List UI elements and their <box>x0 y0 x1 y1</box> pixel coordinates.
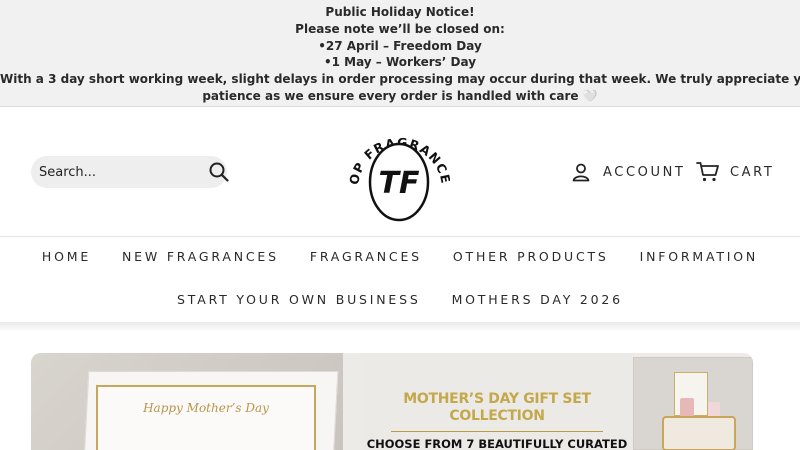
gift-card: Happy Mother’s Day <box>96 385 316 450</box>
nav-home[interactable]: HOME <box>42 249 91 264</box>
logo-graphic: TOP FRAGRANCES TF <box>343 107 453 222</box>
nav-mothers-day-2026[interactable]: MOTHERS DAY 2026 <box>452 292 623 307</box>
announcement-line: With a 3 day short working week, slight … <box>0 72 800 87</box>
search-bar <box>31 156 229 188</box>
logo-monogram: TF <box>379 166 420 201</box>
product-case <box>662 416 736 450</box>
nav-new-fragrances[interactable]: NEW FRAGRANCES <box>122 249 279 264</box>
torn-edge <box>343 353 363 450</box>
gift-card-text: Happy Mother’s Day <box>143 401 269 415</box>
account-label: ACCOUNT <box>603 164 686 180</box>
hero-text-panel: MOTHER’S DAY GIFT SET COLLECTION CHOOSE … <box>361 353 633 450</box>
gift-box-photo: Happy Mother’s Day <box>31 353 351 450</box>
announcement-line: Public Holiday Notice! <box>325 5 475 19</box>
product-photo <box>633 353 753 450</box>
cart-icon <box>696 162 719 182</box>
announcement-bar: Public Holiday Notice! Please note we’ll… <box>0 0 800 107</box>
search-input[interactable] <box>39 164 209 180</box>
hero-title-line2: COLLECTION <box>449 408 545 424</box>
announcement-line: Please note we’ll be closed on: <box>295 21 505 36</box>
hero-title: MOTHER’S DAY GIFT SET COLLECTION <box>361 391 633 425</box>
main-nav-row-2: START YOUR OWN BUSINESS MOTHERS DAY 2026 <box>0 292 800 307</box>
hero-banner[interactable]: Happy Mother’s Day MOTHER’S DAY GIFT SET… <box>31 353 753 450</box>
gift-set-image <box>633 357 753 450</box>
hero-divider <box>391 431 603 432</box>
nav-other-products[interactable]: OTHER PRODUCTS <box>453 249 609 264</box>
hero-subtitle: CHOOSE FROM 7 BEAUTIFULLY CURATED <box>366 437 628 450</box>
cart-label: CART <box>730 164 775 180</box>
hero-title-line1: MOTHER’S DAY GIFT SET <box>403 391 591 407</box>
search-icon <box>209 162 229 182</box>
nav-shadow <box>0 322 800 332</box>
nav-information[interactable]: INFORMATION <box>640 249 758 264</box>
announcement-line: •27 April – Freedom Day <box>318 38 482 53</box>
header-divider <box>0 236 800 237</box>
account-link[interactable]: ACCOUNT <box>571 160 685 184</box>
nav-fragrances[interactable]: FRAGRANCES <box>310 249 422 264</box>
search-button[interactable] <box>209 161 229 183</box>
announcement-line: patience as we ensure every order is han… <box>202 88 598 103</box>
site-logo[interactable]: TOP FRAGRANCES TF <box>343 107 453 223</box>
main-nav: HOME NEW FRAGRANCES FRAGRANCES OTHER PRO… <box>0 249 800 264</box>
announcement-line: •1 May – Workers’ Day <box>323 55 477 70</box>
nav-start-your-own-business[interactable]: START YOUR OWN BUSINESS <box>177 292 421 307</box>
user-icon <box>572 163 590 182</box>
cart-link[interactable]: CART <box>696 160 774 184</box>
